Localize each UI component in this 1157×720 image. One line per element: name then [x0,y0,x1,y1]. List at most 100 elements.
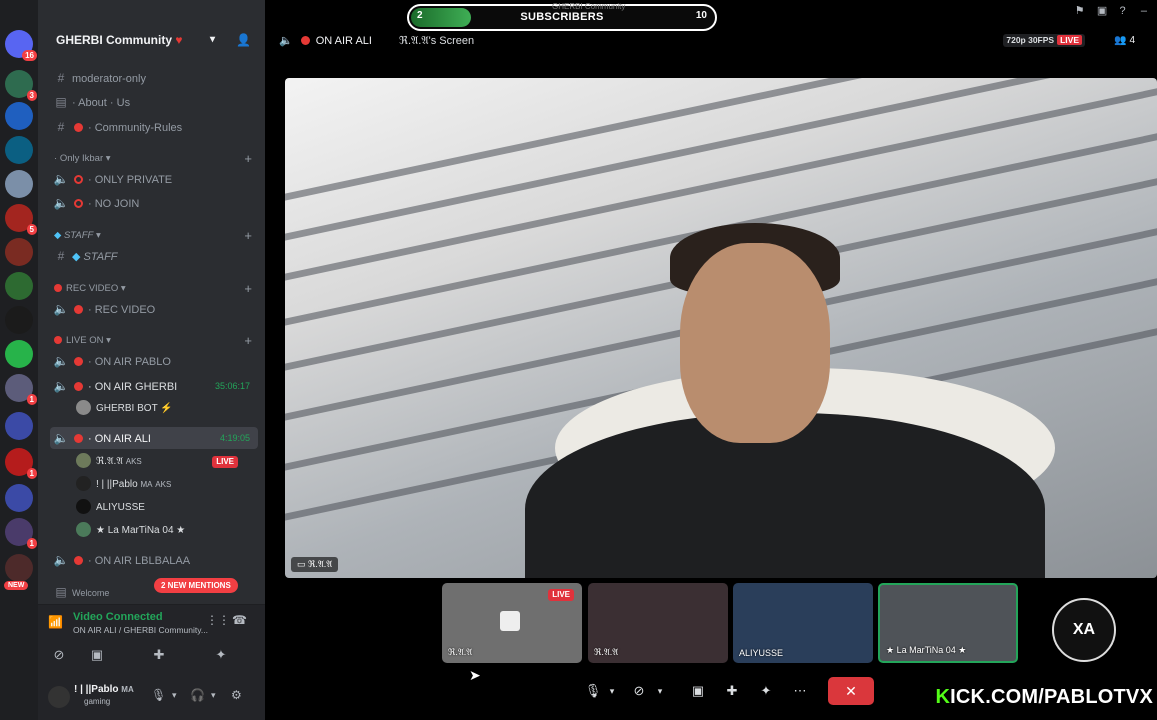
server-icon[interactable] [5,340,33,368]
speaker-icon: 🔈 [53,553,69,567]
avatar [76,453,91,468]
category-rec-video[interactable]: REC VIDEO ▾ + [54,280,254,298]
avatar [76,522,91,537]
headphones-icon[interactable]: 🎧 [190,688,205,702]
participant-tile[interactable]: ⌄ ALIYUSSE [733,583,873,663]
soundboard-icon[interactable]: ✦ [755,678,777,704]
mouse-cursor-icon: ➤ [469,667,481,683]
folder-icon[interactable] [5,412,33,440]
server-icon[interactable] [5,238,33,266]
hash-icon: # [57,249,65,263]
help-icon[interactable]: ? [1119,5,1125,17]
speaker-icon: 🔈 [53,354,69,368]
call-header: 🔈 ON AIR ALI ℜ.𝔄.𝔄's Screen 720p 30FPS LIV… [265,28,1157,54]
chevron-down-icon[interactable]: ▾ [605,678,619,704]
server-icon[interactable]: 1 [5,448,37,479]
server-icon[interactable] [5,170,33,198]
forbidden-icon [74,199,83,208]
server-icon[interactable]: 1 [5,518,37,549]
new-badge: NEW [4,581,29,590]
screen-share-icon[interactable]: ▣ [687,678,709,704]
server-icon[interactable] [5,136,33,164]
category-only-ikbar[interactable]: · Only Ikbar ▾ + [54,150,254,168]
channel-only-private[interactable]: 🔈 · ONLY PRIVATE [50,168,258,190]
channel-no-join[interactable]: 🔈 · NO JOIN [50,192,258,214]
activities-icon[interactable]: ✚ [134,643,184,667]
camera-off-icon[interactable]: ⊘ [629,678,649,704]
microphone-icon[interactable]: 🎙 [151,688,166,702]
screen-share-title: ℜ.𝔄.𝔄's Screen [399,35,475,47]
noise-suppression-icon[interactable]: ⋮⋮ [206,613,230,627]
channel-staff[interactable]: # ◆ STAFF [50,245,258,267]
server-icon[interactable] [5,102,33,130]
heart-icon: ♥ [175,33,183,47]
participant-tile[interactable]: ★ La MarTiNa 04 ★ [878,583,1018,663]
gear-icon[interactable]: ⚙ [231,688,242,702]
voice-connection-panel: 📶 Video Connected ON AIR ALI / GHERBI Co… [38,604,265,680]
quality-badge: 720p 30FPS LIVE [1003,34,1085,47]
voice-user[interactable]: ℜ.𝔄.𝔄 AKS LIVE [76,451,256,473]
add-channel-icon[interactable]: + [244,150,252,168]
channel-on-air-lblbalaa[interactable]: 🔈 · ON AIR LBLBALAA [50,549,258,571]
screen-share-icon[interactable]: ▣ [72,643,122,667]
discord-home-icon[interactable]: 16 [5,30,37,61]
window-controls: ⚑ ▣ ? – [1075,4,1147,17]
speaker-icon: 🔈 [279,35,293,47]
guild-header[interactable]: GHERBI Community ♥ ▾ 👤 [38,26,265,54]
forbidden-icon [74,175,83,184]
voice-user-gherbi-bot[interactable]: GHERBI BOT ⚡ [76,398,256,420]
folder-icon[interactable] [5,484,33,512]
add-channel-icon[interactable]: + [244,332,252,350]
invite-icon[interactable]: 👤 [236,26,251,54]
channel-on-air-ali[interactable]: 🔈 · ON AIR ALI 4:19:05 [50,427,258,449]
channel-rec-video[interactable]: 🔈 · REC VIDEO [50,298,258,320]
category-live-on[interactable]: LIVE ON ▾ + [54,332,254,350]
chevron-down-icon[interactable]: ▾ [172,690,177,701]
signal-icon: 📶 [48,615,63,629]
inbox-icon[interactable]: ⚑ [1075,5,1085,17]
channel-about-us[interactable]: ▤ · About · Us [50,91,258,113]
server-icon[interactable]: 1 [5,374,37,405]
speaker-locked-icon: 🔈 [53,196,69,210]
avatar [76,476,91,491]
soundboard-icon[interactable]: ✦ [196,643,246,667]
participant-count[interactable]: 👥 4 [1114,28,1135,54]
category-staff[interactable]: ◆ STAFF ▾ + [54,227,254,245]
hash-icon: # [57,120,65,134]
participant-tile[interactable]: LIVE ℜ.𝔄.𝔄 [442,583,582,663]
channel-sidebar: GHERBI Community ♥ ▾ 👤 # moderator-only ▤… [38,0,265,720]
server-icon[interactable] [5,554,33,582]
server-icon[interactable] [5,272,33,300]
channel-moderator-only[interactable]: # moderator-only [50,67,258,89]
live-badge: LIVE [548,589,574,601]
disconnect-icon[interactable]: ☎ [232,613,247,627]
guild-name: GHERBI Community [56,33,173,47]
participant-tile[interactable]: ℜ.𝔄.𝔄 [588,583,728,663]
chevron-down-icon[interactable]: ▾ [210,26,215,54]
person [680,243,830,443]
subscriber-goal-bar: GHERBI Community 2 SUBSCRIBERS 10 [407,2,717,31]
more-icon[interactable]: ⋯ [789,678,811,704]
channel-on-air-gherbi[interactable]: 🔈 · ON AIR GHERBI 35:06:17 [50,375,258,397]
voice-user[interactable]: ★ La MarTiNa 04 ★ [76,520,256,542]
add-channel-icon[interactable]: + [244,280,252,298]
channel-on-air-pablo[interactable]: 🔈 · ON AIR PABLO [50,350,258,372]
avatar [76,499,91,514]
voice-user[interactable]: ! | ||Pablo MA AKS [76,474,256,496]
channel-community-rules[interactable]: # · Community-Rules [50,116,258,138]
chevron-down-icon[interactable]: ▾ [211,690,216,701]
server-icon[interactable]: 3 [5,70,37,101]
server-icon[interactable]: 5 [5,204,37,235]
microphone-icon[interactable]: 🎙 [583,678,603,704]
new-mentions-badge[interactable]: 2 NEW MENTIONS [154,578,238,593]
main-video[interactable]: ▭ ℜ.𝔄.𝔄 [285,78,1157,578]
server-icon[interactable] [5,306,33,334]
minimize-icon[interactable]: – [1141,5,1147,17]
activities-icon[interactable]: ✚ [721,678,743,704]
chevron-down-icon[interactable]: ▾ [653,678,667,704]
add-channel-icon[interactable]: + [244,227,252,245]
voice-user[interactable]: ALIYUSSE [76,497,256,519]
leave-call-button[interactable]: ✕ [828,677,874,705]
avatar[interactable] [48,686,70,708]
window-icon[interactable]: ▣ [1097,5,1107,17]
